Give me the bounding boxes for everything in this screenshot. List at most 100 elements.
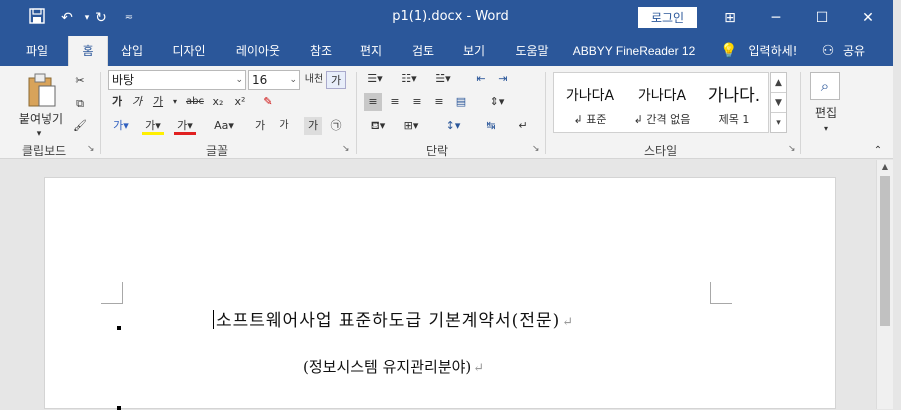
bullets-icon[interactable]: ☰▾ [364,70,386,88]
collapse-ribbon-icon[interactable]: ⌃ [870,142,886,160]
font-group-label: 글꼴 [206,144,229,158]
text-effects-icon[interactable]: 가▾ [110,117,132,135]
minimize-button[interactable]: ─ [753,0,799,36]
clipboard-group-label: 클립보드 [22,144,67,158]
close-button[interactable]: ✕ [845,0,891,36]
group-separator [800,72,801,154]
document-area: 소프트웨어사업 표준하도급 기본계약서(전문) ↵ (정보시스템 유지관리분야) ↵ [0,160,876,410]
borders-icon[interactable]: ⊞▾ [398,117,424,135]
chevron-down-icon: ⌄ [289,75,297,85]
tab-design[interactable]: 디자인 [165,36,213,66]
bold-button[interactable]: 가 [110,93,124,111]
tab-references[interactable]: 참조 [302,36,340,66]
chevron-down-icon[interactable]: ▼ [771,93,786,113]
group-separator [545,72,546,154]
distributed-icon[interactable]: ▤ [452,93,470,111]
font-name-combo[interactable]: 바탕 ⌄ [108,70,246,90]
increase-font-icon[interactable]: 내천 [304,71,324,89]
align-right-icon[interactable]: ≡ [408,93,426,111]
font-color-icon[interactable]: 가▾ [174,117,196,135]
styles-group-label: 스타일 [644,144,678,158]
tab-home[interactable]: 홈 [68,36,108,66]
shrink-font-button[interactable]: 가 [276,117,292,135]
paragraph-launcher-icon[interactable]: ↘ [532,144,540,154]
scrollbar-thumb[interactable] [880,176,890,326]
highlight-color-icon[interactable]: 가▾ [142,117,164,135]
style-no-spacing[interactable]: 가나다A ↲ 간격 없음 [626,73,698,132]
document-page[interactable]: 소프트웨어사업 표준하도급 기본계약서(전문) ↵ (정보시스템 유지관리분야) ↵ [44,177,836,410]
font-size-combo[interactable]: 16 ⌄ [248,70,300,90]
margin-mark [101,282,123,304]
paragraph-bullet [117,326,121,330]
cut-icon[interactable]: ✂ [72,72,88,90]
underline-button[interactable]: 가 [150,93,166,111]
group-separator [100,72,101,154]
vertical-scrollbar[interactable]: ▲ [876,160,893,409]
tab-help[interactable]: 도움말 [505,36,559,66]
align-left-icon[interactable]: ≡ [364,93,382,111]
more-icon[interactable]: ▾ [771,113,786,133]
show-marks-icon[interactable]: ↵ [514,117,532,135]
ribbon-tabs: 파일 홈 삽입 디자인 레이아웃 참조 편지 검토 보기 도움말 ABBYY F… [0,36,901,66]
paste-icon[interactable] [24,72,60,112]
decrease-indent-icon[interactable]: ⇤ [472,70,490,88]
styles-launcher-icon[interactable]: ↘ [788,144,796,154]
format-painter-icon[interactable]: 🖌 [72,117,88,135]
increase-indent-icon[interactable]: ⇥ [494,70,512,88]
tab-review[interactable]: 검토 [404,36,442,66]
align-center-icon[interactable]: ≡ [386,93,404,111]
search-icon[interactable]: ⌕ [810,72,840,100]
document-heading[interactable]: 소프트웨어사업 표준하도급 기본계약서(전문) ↵ [213,306,733,331]
sort-icon[interactable]: ↕▾ [440,117,466,135]
tab-abbyy[interactable]: ABBYY FineReader 12 [570,36,698,66]
tab-view[interactable]: 보기 [455,36,493,66]
title-bar: ↶ ▾ ↻ ≂ p1(1).docx - Word 로그인 ⊞ ─ ☐ ✕ [0,0,901,36]
grow-font-button[interactable]: 가 [252,117,268,135]
tell-me-search[interactable]: 입력하세! [742,36,804,66]
italic-button[interactable]: 가 [130,93,144,111]
margin-mark [710,282,732,304]
chevron-up-icon[interactable]: ▲ [771,73,786,93]
strikethrough-button[interactable]: abc [184,93,206,111]
clipboard-launcher-icon[interactable]: ↘ [87,144,95,154]
ribbon-display-options-icon[interactable]: ⊞ [707,0,753,36]
chevron-down-icon: ⌄ [235,75,243,85]
paragraph-group-label: 단락 [426,144,449,158]
maximize-button[interactable]: ☐ [799,0,845,36]
tab-insert[interactable]: 삽입 [113,36,151,66]
tab-mailings[interactable]: 편지 [352,36,390,66]
character-shading-button[interactable]: 가 [304,117,322,135]
phonetic-guide-icon[interactable]: 가 [326,71,346,89]
numbering-icon[interactable]: ☷▾ [398,70,420,88]
subscript-button[interactable]: x₂ [210,93,226,111]
document-subheading[interactable]: (정보시스템 유지관리분야) ↵ [303,356,633,377]
editing-dropdown-icon[interactable]: ▾ [820,120,832,138]
line-spacing-icon[interactable]: ⇕▾ [482,93,512,111]
tab-layout[interactable]: 레이아웃 [226,36,290,66]
underline-dropdown-icon[interactable]: ▾ [170,93,180,111]
group-separator [356,72,357,154]
scroll-up-icon[interactable]: ▲ [877,160,893,174]
paragraph-mark: ↵ [562,315,575,330]
multilevel-list-icon[interactable]: ☱▾ [432,70,454,88]
text-cursor [213,310,214,329]
font-launcher-icon[interactable]: ↘ [342,144,350,154]
login-button[interactable]: 로그인 [638,7,697,28]
change-case-button[interactable]: Aa▾ [210,117,238,135]
asian-layout-icon[interactable]: ↹ [482,117,500,135]
style-normal[interactable]: 가나다A ↲ 표준 [554,73,626,132]
shading-icon[interactable]: ⛾▾ [364,117,392,135]
enclose-characters-button[interactable]: ㉠ [326,117,346,135]
superscript-button[interactable]: x² [232,93,248,111]
share-button[interactable]: 공유 [838,36,870,66]
copy-icon[interactable]: ⧉ [72,95,88,113]
style-heading-1[interactable]: 가나다. 제목 1 [698,73,770,132]
justify-icon[interactable]: ≡ [430,93,448,111]
paragraph-bullet [117,406,121,410]
tab-file[interactable]: 파일 [14,36,60,66]
paragraph-mark: ↵ [473,361,485,376]
paste-dropdown-icon[interactable]: ▾ [34,125,44,143]
person-icon: ⚇ [821,43,835,59]
styles-scroll[interactable]: ▲ ▼ ▾ [770,72,787,133]
clear-formatting-icon[interactable]: ✎ [258,93,278,111]
